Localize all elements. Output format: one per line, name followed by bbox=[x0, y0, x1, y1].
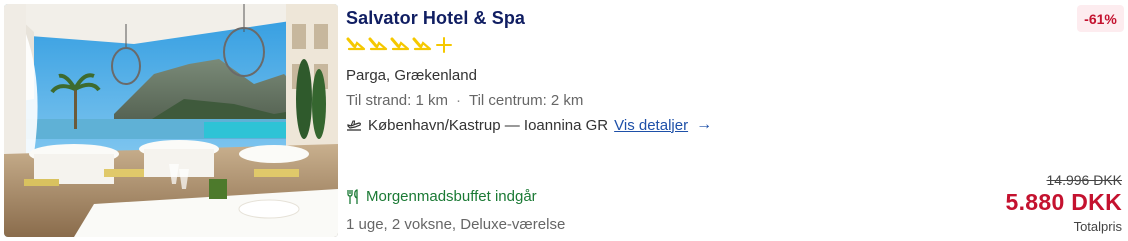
cutlery-icon bbox=[347, 188, 358, 204]
hotel-location: Parga, Grækenland bbox=[346, 67, 477, 84]
meal-label: Morgenmadsbuffet indgår bbox=[366, 188, 537, 205]
current-price[interactable]: 5.880 DKK bbox=[1006, 189, 1122, 216]
hotel-info: Salvator Hotel & Spa Parga, Grækenland T… bbox=[346, 0, 1128, 241]
distance-info: Til strand: 1 km · Til centrum: 2 km bbox=[346, 92, 583, 109]
star-icon bbox=[368, 37, 388, 51]
meal-info: Morgenmadsbuffet indgår bbox=[346, 188, 537, 205]
plane-icon bbox=[347, 120, 361, 131]
hotel-photo[interactable] bbox=[4, 4, 338, 237]
distance-center: Til centrum: 2 km bbox=[468, 92, 584, 109]
trip-summary: 1 uge, 2 voksne, Deluxe-værelse bbox=[346, 216, 566, 233]
distance-beach: Til strand: 1 km bbox=[346, 92, 448, 109]
separator: · bbox=[455, 92, 461, 109]
star-icon bbox=[346, 37, 366, 51]
flight-info: København/Kastrup — Ioannina GR Vis deta… bbox=[346, 116, 712, 134]
total-price-label: Totalpris bbox=[1073, 219, 1122, 234]
star-icon bbox=[412, 37, 432, 51]
star-rating bbox=[346, 35, 454, 55]
hotel-card[interactable]: Salvator Hotel & Spa Parga, Grækenland T… bbox=[0, 0, 1128, 241]
half-star-icon bbox=[436, 37, 452, 53]
discount-badge: -61% bbox=[1077, 5, 1124, 32]
flight-details-link[interactable]: Vis detaljer bbox=[614, 117, 688, 134]
arrow-right-icon[interactable]: → bbox=[696, 116, 712, 134]
old-price: 14.996 DKK bbox=[1046, 172, 1123, 188]
flight-route: København/Kastrup — Ioannina GR bbox=[368, 116, 609, 134]
hotel-name[interactable]: Salvator Hotel & Spa bbox=[346, 8, 525, 29]
star-icon bbox=[390, 37, 410, 51]
